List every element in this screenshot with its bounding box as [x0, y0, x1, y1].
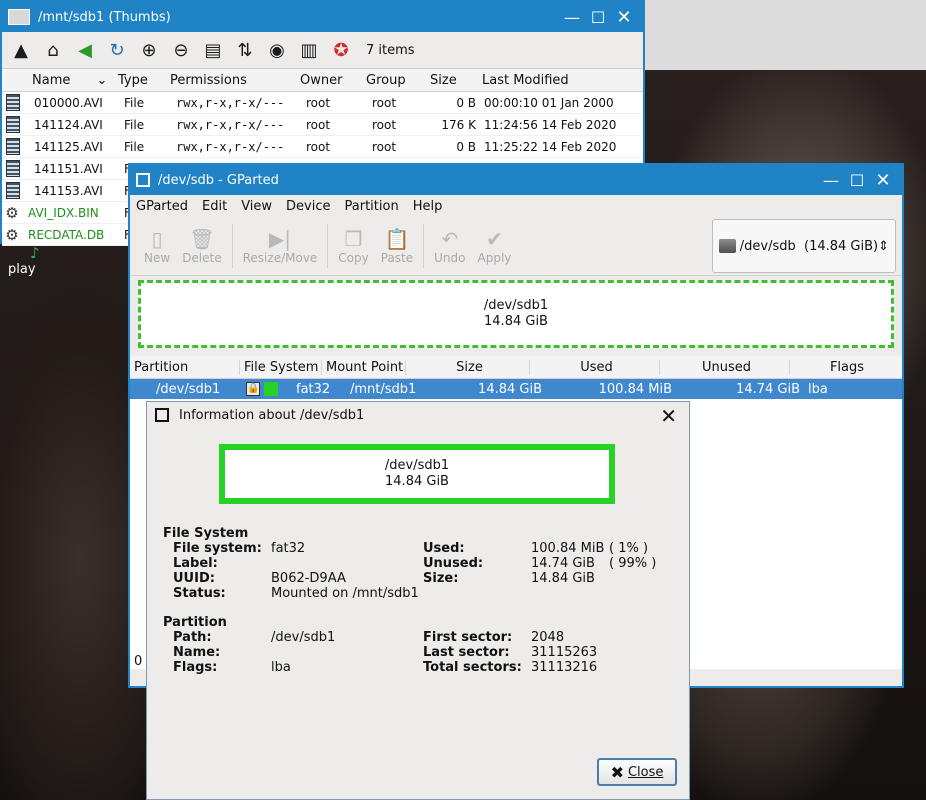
column-type[interactable]: Type: [118, 73, 170, 88]
column-name[interactable]: Name ⌄: [32, 73, 118, 88]
partition-graphic: /dev/sdb1 14.84 GiB: [219, 444, 615, 504]
filesystem-color-swatch: [264, 382, 278, 396]
close-button[interactable]: ✖ Close: [597, 758, 677, 786]
eye-icon[interactable]: ◉: [264, 37, 290, 63]
desktop-panel: [640, 0, 926, 70]
menu-partition[interactable]: Partition: [345, 199, 399, 214]
resize-move-button[interactable]: ▶| Resize/Move: [237, 219, 324, 273]
window-title: /mnt/sdb1 (Thumbs): [38, 9, 171, 25]
column-size[interactable]: Size: [406, 359, 530, 375]
partition-map-block[interactable]: /dev/sdb1 14.84 GiB: [138, 280, 894, 348]
column-group[interactable]: Group: [366, 73, 430, 88]
lifebuoy-icon[interactable]: ✪: [328, 37, 354, 63]
gparted-toolbar: ▯ New 🗑 Delete ▶| Resize/Move ❐ Copy 📋 Paste …: [130, 217, 902, 276]
file-list-header: Name ⌄ Type Permissions Owner Group Size…: [2, 69, 643, 92]
disk-map-area: /dev/sdb1 14.84 GiB: [130, 276, 902, 356]
gparted-titlebar[interactable]: /dev/sdb - GParted — ☐ ✕: [130, 165, 902, 195]
gear-icon: ⚙: [5, 225, 19, 244]
details-view-icon[interactable]: ▥: [296, 37, 322, 63]
information-dialog: Information about /dev/sdb1 ✕ /dev/sdb1 …: [146, 401, 690, 800]
file-manager-titlebar[interactable]: /mnt/sdb1 (Thumbs) — ☐ ✕: [2, 2, 643, 32]
menu-gparted[interactable]: GParted: [136, 199, 188, 214]
list-item[interactable]: 141124.AVI File rwx,r-x,r-x/--- root roo…: [2, 114, 643, 136]
partition-section-heading: Partition: [163, 615, 227, 630]
video-file-icon: [6, 182, 20, 199]
paste-button[interactable]: 📋 Paste: [375, 219, 419, 273]
maximize-button[interactable]: ☐: [844, 171, 870, 190]
column-mountpoint[interactable]: Mount Point: [322, 359, 406, 375]
apply-button[interactable]: ✔ Apply: [472, 219, 518, 273]
window-icon: [155, 408, 169, 422]
back-icon[interactable]: ◀: [72, 37, 98, 63]
paste-icon: 📋: [384, 227, 410, 251]
list-item[interactable]: 010000.AVI File rwx,r-x,r-x/--- root roo…: [2, 92, 643, 114]
menu-edit[interactable]: Edit: [202, 199, 227, 214]
minimize-button[interactable]: —: [818, 171, 844, 190]
menubar: GParted Edit View Device Partition Help: [130, 195, 902, 217]
list-item[interactable]: 141125.AVI File rwx,r-x,r-x/--- root roo…: [2, 136, 643, 158]
column-permissions[interactable]: Permissions: [170, 73, 300, 88]
close-button[interactable]: ✕: [870, 170, 896, 191]
close-button[interactable]: ✕: [611, 7, 637, 28]
toolbar-separator: [423, 224, 425, 268]
sort-icon[interactable]: ⇅: [232, 37, 258, 63]
music-note-icon: ♪: [30, 244, 40, 262]
column-filesystem[interactable]: File System: [240, 359, 322, 375]
table-row[interactable]: /dev/sdb1 🔒 fat32 /mnt/sdb1 14.84 GiB 10…: [130, 379, 902, 399]
column-unused[interactable]: Unused: [660, 359, 790, 375]
trash-icon: 🗑: [189, 227, 215, 251]
gear-icon: ⚙: [5, 203, 19, 222]
zoom-in-icon[interactable]: ⊕: [136, 37, 162, 63]
partition-table-header: Partition File System Mount Point Size U…: [130, 356, 902, 379]
minimize-button[interactable]: —: [559, 8, 585, 27]
lock-icon: 🔒: [246, 382, 260, 396]
undo-icon: ↶: [441, 227, 459, 251]
disk-icon: [719, 239, 736, 253]
menu-device[interactable]: Device: [286, 199, 330, 214]
undo-button[interactable]: ↶ Undo: [428, 219, 471, 273]
drive-icon: [8, 9, 30, 25]
menu-help[interactable]: Help: [413, 199, 443, 214]
video-file-icon: [6, 138, 20, 155]
dialog-titlebar[interactable]: Information about /dev/sdb1: [147, 402, 689, 428]
video-file-icon: [6, 160, 20, 177]
column-flags[interactable]: Flags: [790, 360, 900, 375]
menu-view[interactable]: View: [241, 199, 272, 214]
device-selector[interactable]: /dev/sdb (14.84 GiB) ⇕: [712, 219, 896, 273]
close-icon: ✖: [610, 762, 624, 782]
maximize-button[interactable]: ☐: [585, 8, 611, 27]
desktop-icon-label[interactable]: play: [8, 262, 36, 277]
column-size[interactable]: Size: [430, 73, 482, 88]
column-partition[interactable]: Partition: [130, 359, 240, 375]
file-manager-toolbar: ▲ ⌂ ◀ ↻ ⊕ ⊖ ▤ ⇅ ◉ ▥ ✪ 7 items: [2, 32, 643, 69]
zoom-out-icon[interactable]: ⊖: [168, 37, 194, 63]
window-title: /dev/sdb - GParted: [158, 172, 279, 188]
list-view-icon[interactable]: ▤: [200, 37, 226, 63]
toolbar-separator: [231, 224, 233, 268]
status-bar-text: 0: [134, 654, 143, 669]
dialog-title: Information about /dev/sdb1: [179, 407, 365, 423]
home-icon[interactable]: ⌂: [40, 37, 66, 63]
column-last-modified[interactable]: Last Modified: [482, 73, 622, 88]
copy-button[interactable]: ❐ Copy: [332, 219, 374, 273]
column-owner[interactable]: Owner: [300, 73, 366, 88]
new-button[interactable]: ▯ New: [138, 219, 176, 273]
up-arrow-icon[interactable]: ▲: [8, 37, 34, 63]
items-count: 7 items: [366, 42, 415, 58]
toolbar-separator: [327, 224, 329, 268]
delete-button[interactable]: 🗑 Delete: [176, 219, 227, 273]
checkmark-icon: ✔: [486, 227, 503, 251]
filesystem-section-heading: File System: [163, 526, 249, 541]
close-icon[interactable]: ✕: [660, 404, 677, 428]
new-icon: ▯: [151, 227, 163, 251]
resize-icon: ▶|: [268, 227, 292, 251]
chevron-updown-icon: ⇕: [878, 238, 889, 254]
copy-icon: ❐: [344, 227, 363, 251]
chevron-down-icon: ⌄: [96, 72, 108, 88]
video-file-icon: [6, 116, 20, 133]
column-used[interactable]: Used: [530, 359, 660, 375]
refresh-icon[interactable]: ↻: [104, 37, 130, 63]
video-file-icon: [6, 94, 20, 111]
window-icon: [136, 173, 150, 187]
